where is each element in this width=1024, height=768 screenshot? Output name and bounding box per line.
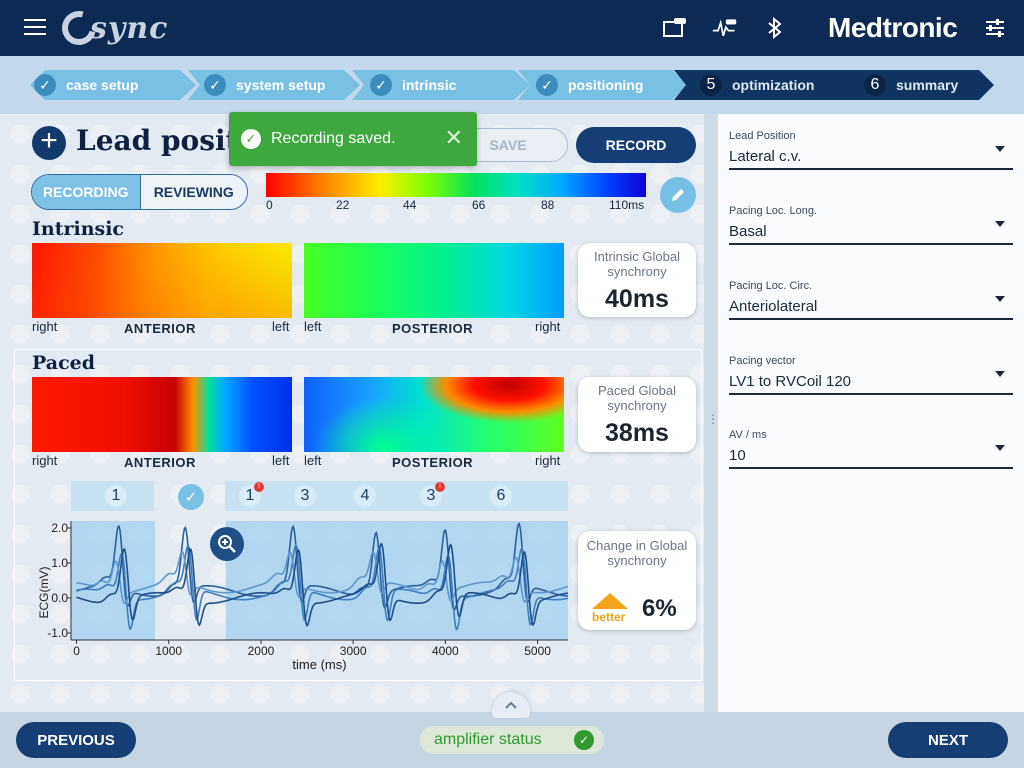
chevron-down-icon bbox=[995, 296, 1005, 302]
chevron-up-icon bbox=[505, 701, 517, 709]
x-tick-label: 4000 bbox=[432, 644, 459, 658]
amplifier-status-label: amplifier status bbox=[434, 731, 542, 748]
check-circle-icon: ✓ bbox=[241, 129, 261, 149]
field-value: Basal bbox=[729, 223, 767, 240]
settings-panel bbox=[718, 114, 1024, 712]
step-label: summary bbox=[896, 77, 959, 93]
up-arrow-icon bbox=[592, 593, 628, 609]
amplifier-status[interactable]: amplifier status ✓ bbox=[420, 726, 604, 754]
settings-sliders-icon[interactable] bbox=[984, 18, 1006, 38]
check-circle-icon: ✓ bbox=[574, 730, 594, 750]
pacing-loc-circ-select[interactable]: Pacing Loc. Circ. Anteriolateral bbox=[729, 280, 1013, 320]
y-axis-label: ECG(mV) bbox=[37, 567, 51, 619]
av-delay-select[interactable]: AV / ms 10 bbox=[729, 429, 1013, 469]
y-tick-label: -1.0 bbox=[47, 626, 68, 640]
step-summary[interactable]: 6 summary bbox=[836, 70, 994, 100]
x-tick-label: 5000 bbox=[524, 644, 551, 658]
x-tick-label: 0 bbox=[73, 644, 80, 658]
chevron-down-icon bbox=[995, 221, 1005, 227]
pacing-loc-long-select[interactable]: Pacing Loc. Long. Basal bbox=[729, 205, 1013, 245]
field-label: Pacing Loc. Long. bbox=[729, 205, 818, 217]
step-number: 6 bbox=[864, 74, 886, 96]
field-value: 10 bbox=[729, 447, 746, 464]
x-tick-label: 2000 bbox=[248, 644, 275, 658]
y-tick-label: 1.0 bbox=[51, 556, 68, 570]
field-value: Anteriolateral bbox=[729, 298, 818, 315]
zoom-in-icon bbox=[218, 535, 236, 553]
step-label: optimization bbox=[732, 77, 815, 93]
pacing-vector-select[interactable]: Pacing vector LV1 to RVCoil 120 bbox=[729, 355, 1013, 395]
y-tick-label: 2.0 bbox=[51, 521, 68, 535]
field-label: Lead Position bbox=[729, 130, 796, 142]
field-value: LV1 to RVCoil 120 bbox=[729, 373, 852, 390]
lead-position-select[interactable]: Lead Position Lateral c.v. bbox=[729, 130, 1013, 170]
trend-label: better bbox=[592, 610, 626, 624]
next-button[interactable]: NEXT bbox=[888, 722, 1008, 758]
trend-indicator: better bbox=[590, 592, 630, 624]
change-value: 6% bbox=[642, 595, 677, 622]
close-icon[interactable]: ✕ bbox=[445, 127, 463, 149]
chevron-down-icon bbox=[995, 445, 1005, 451]
x-axis-label: time (ms) bbox=[292, 657, 346, 672]
ecg-monitor-icon[interactable] bbox=[712, 16, 738, 40]
field-label: Pacing Loc. Circ. bbox=[729, 280, 813, 292]
previous-button[interactable]: PREVIOUS bbox=[16, 722, 136, 758]
field-value: Lateral c.v. bbox=[729, 148, 802, 165]
toast-notification: ✓ Recording saved. ✕ bbox=[229, 112, 477, 166]
chevron-down-icon bbox=[995, 146, 1005, 152]
bluetooth-icon[interactable] bbox=[762, 16, 788, 40]
toast-message: Recording saved. bbox=[271, 130, 396, 147]
field-label: AV / ms bbox=[729, 429, 767, 441]
x-tick-label: 1000 bbox=[155, 644, 182, 658]
zoom-button[interactable] bbox=[210, 527, 244, 561]
beat-highlight-band bbox=[71, 521, 155, 640]
panel-splitter[interactable]: ⋮⋮ bbox=[704, 114, 731, 712]
chevron-down-icon bbox=[995, 371, 1005, 377]
x-tick-label: 3000 bbox=[340, 644, 367, 658]
y-tick-label: 0.0 bbox=[51, 591, 68, 605]
brand-logo: Medtronic bbox=[828, 12, 958, 43]
field-label: Pacing vector bbox=[729, 355, 796, 367]
metric-title: Change in Global synchrony bbox=[586, 538, 688, 568]
